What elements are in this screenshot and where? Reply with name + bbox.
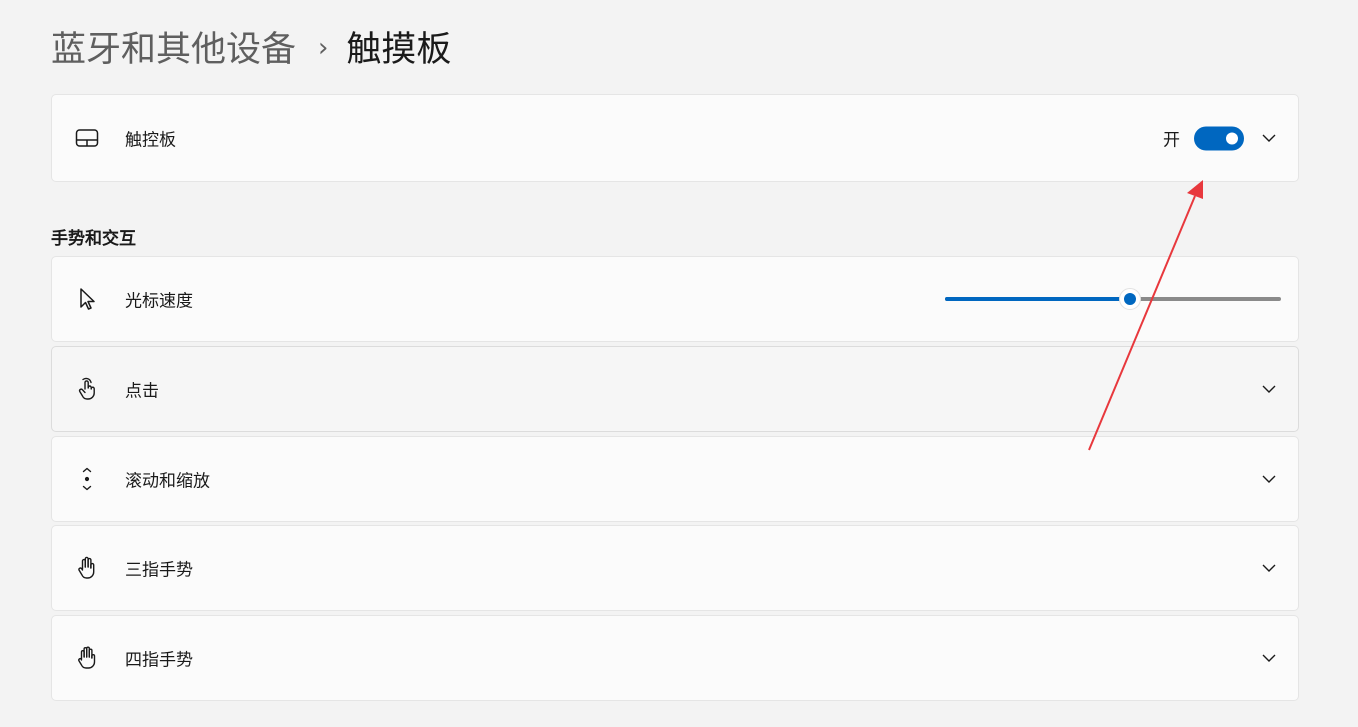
section-title: 手势和交互 (51, 229, 136, 249)
three-finger-card[interactable]: 三指手势 (51, 525, 1299, 611)
row-label: 三指手势 (125, 560, 193, 581)
cursor-speed-slider[interactable] (945, 288, 1281, 310)
scroll-zoom-card[interactable]: 滚动和缩放 (51, 436, 1299, 522)
breadcrumb-parent-link[interactable]: 蓝牙和其他设备 (51, 26, 296, 74)
chevron-down-icon[interactable] (1260, 129, 1278, 147)
row-label: 四指手势 (125, 650, 193, 671)
cursor-icon (74, 286, 100, 312)
chevron-down-icon[interactable] (1260, 470, 1278, 488)
row-label: 点击 (125, 381, 159, 402)
row-label: 滚动和缩放 (125, 471, 210, 492)
chevron-down-icon[interactable] (1260, 649, 1278, 667)
breadcrumb: 蓝牙和其他设备 › 触摸板 (51, 26, 451, 74)
slider-fill (945, 297, 1130, 301)
cursor-speed-card: 光标速度 (51, 256, 1299, 342)
tap-hand-icon (74, 376, 100, 402)
touchpad-toggle-group: 开 (1163, 126, 1244, 151)
touchpad-card[interactable]: 触控板 开 (51, 94, 1299, 182)
touchpad-toggle[interactable] (1194, 126, 1244, 150)
toggle-state-text: 开 (1163, 130, 1180, 151)
breadcrumb-separator-icon: › (318, 33, 329, 63)
three-finger-hand-icon (74, 555, 100, 581)
page-title: 触摸板 (346, 30, 452, 70)
settings-page: 蓝牙和其他设备 › 触摸板 触控板 开 手势和交互 光标速度 点击 滚动和缩放 … (0, 0, 1358, 727)
four-finger-card[interactable]: 四指手势 (51, 615, 1299, 701)
slider-thumb[interactable] (1119, 288, 1141, 310)
toggle-knob (1226, 132, 1238, 144)
scroll-zoom-icon (74, 466, 100, 492)
four-finger-hand-icon (74, 645, 100, 671)
touchpad-label: 触控板 (125, 130, 176, 151)
tap-card[interactable]: 点击 (51, 346, 1299, 432)
cursor-speed-label: 光标速度 (125, 291, 193, 312)
touchpad-icon (74, 125, 100, 151)
chevron-down-icon[interactable] (1260, 559, 1278, 577)
chevron-down-icon[interactable] (1260, 380, 1278, 398)
